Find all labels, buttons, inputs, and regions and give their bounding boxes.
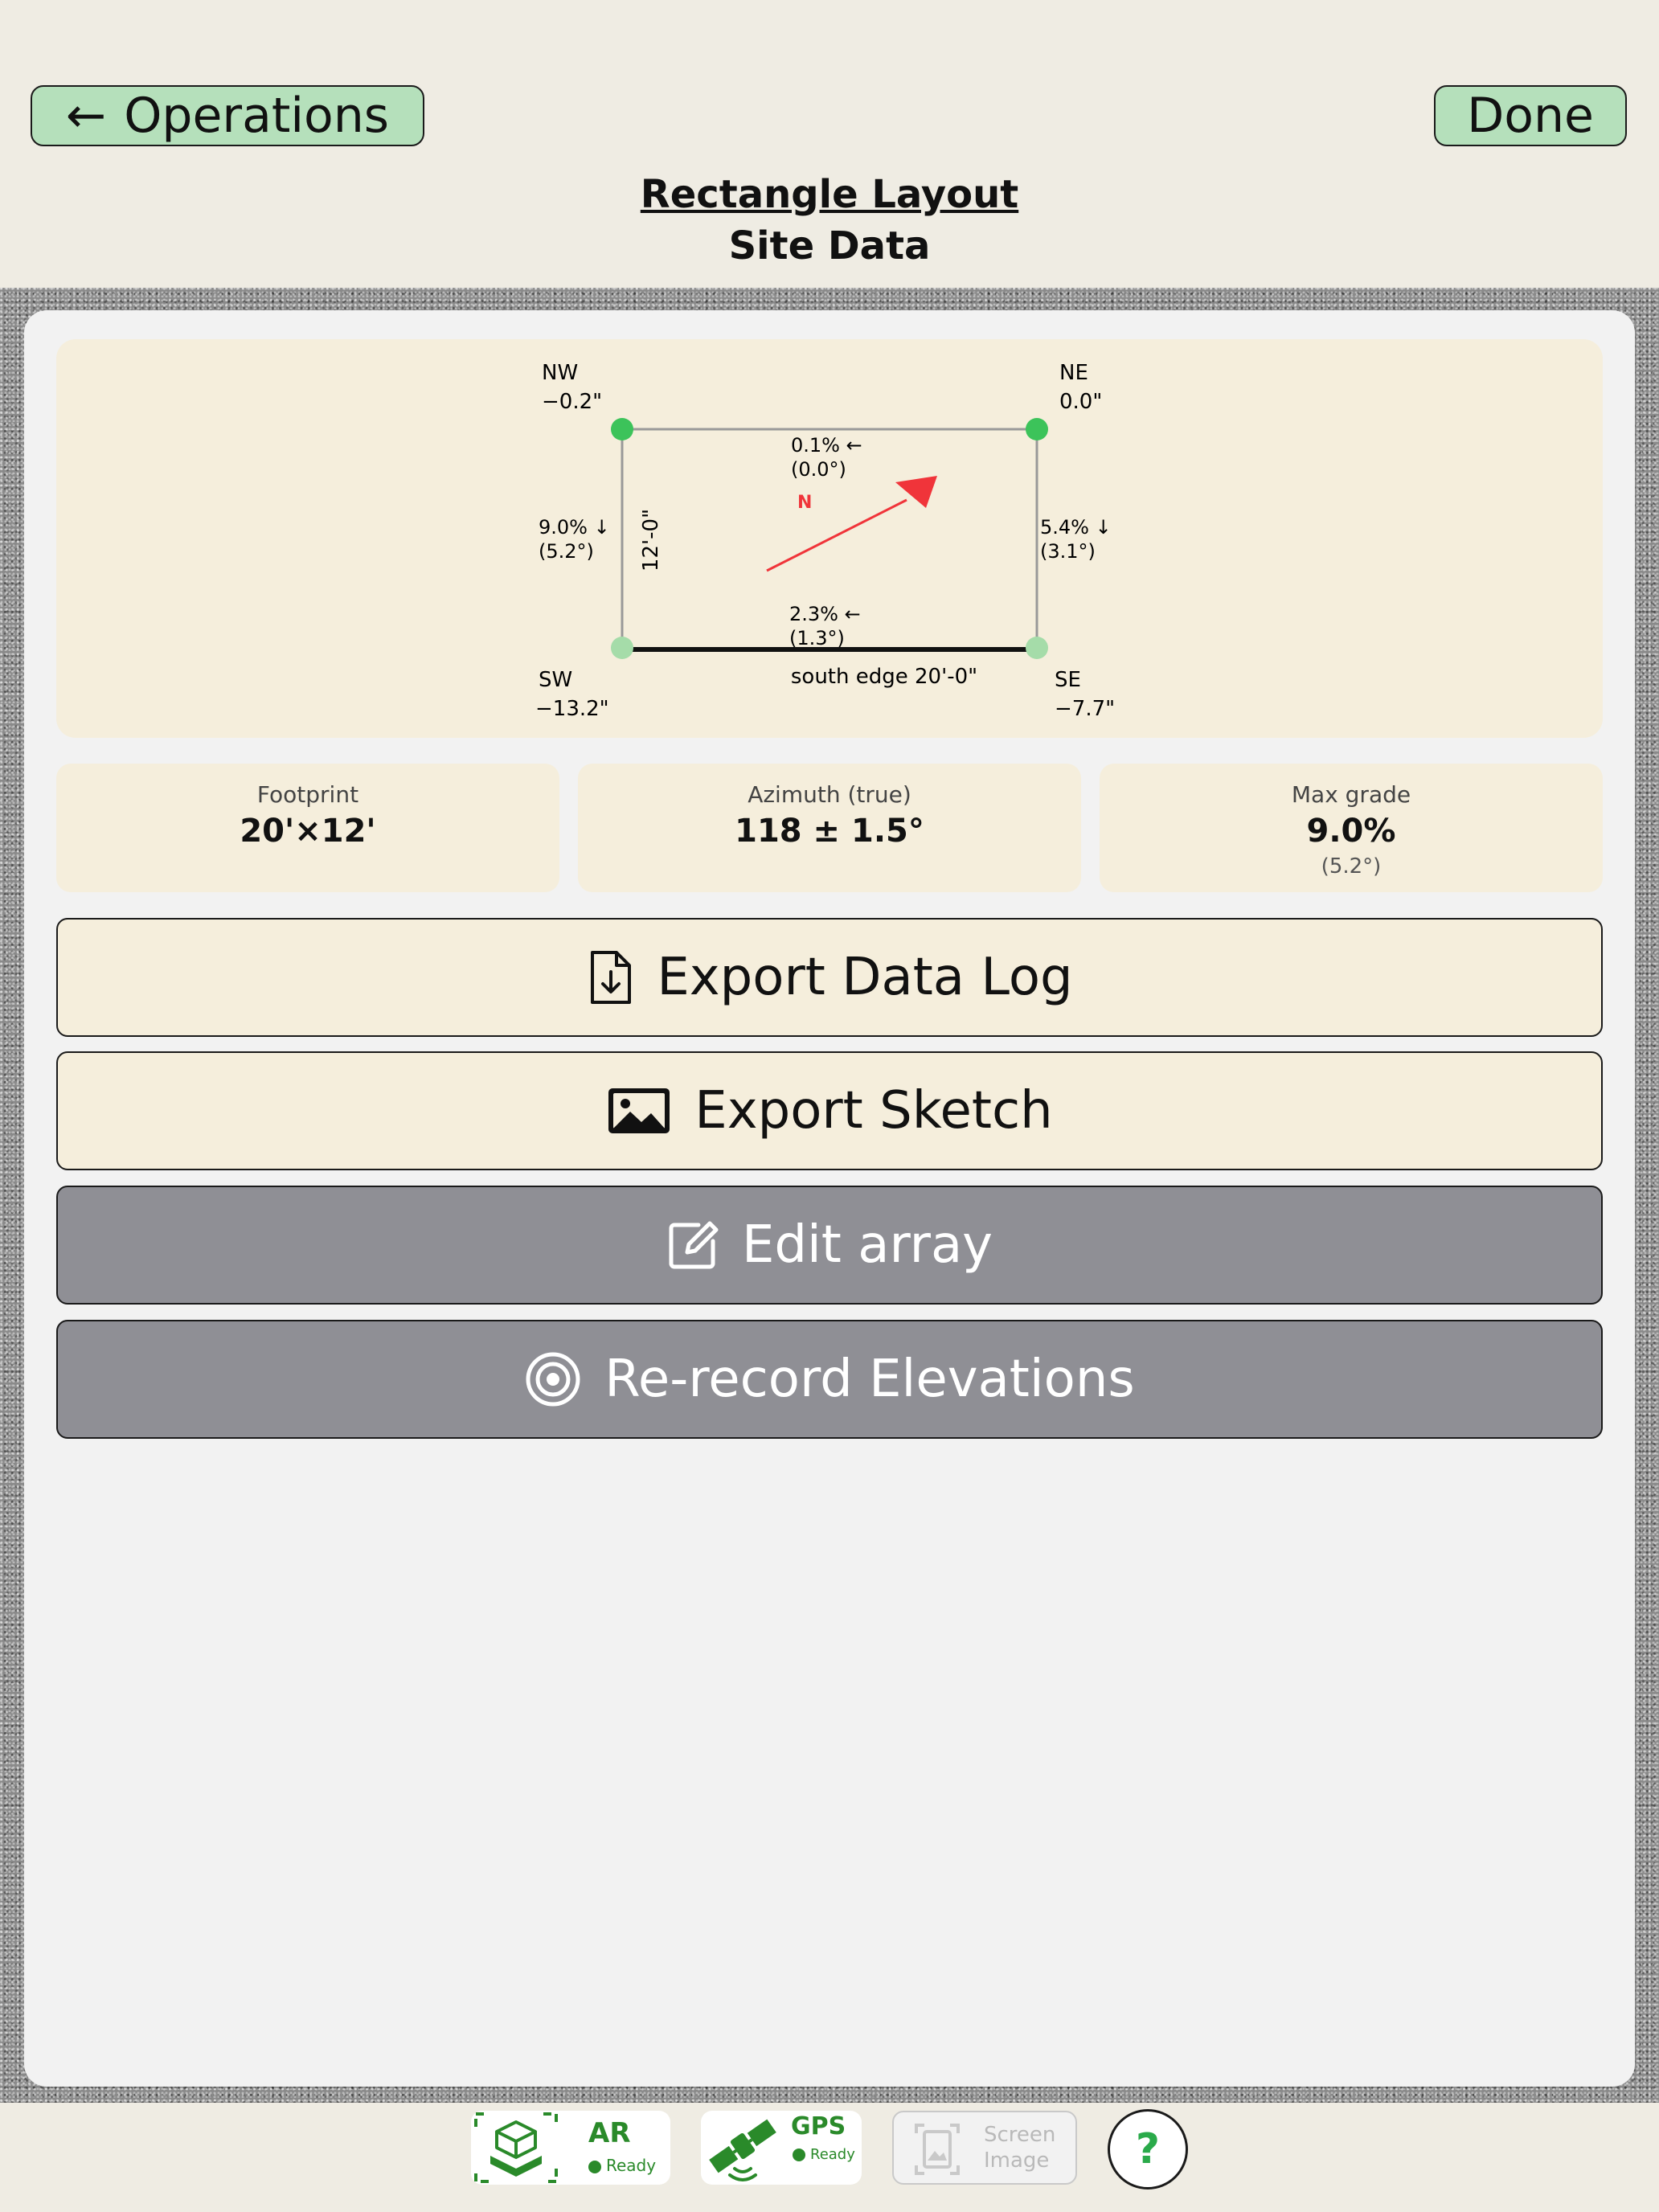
export-data-log-button[interactable]: Export Data Log [56, 918, 1603, 1037]
site-sketch: NW −0.2" NE 0.0" SW −13.2" SE −7.7" 0.1%… [56, 339, 1603, 738]
north-edge-angle: (0.0°) [791, 458, 846, 481]
arrow-left-icon: ← [65, 88, 107, 144]
stat-azimuth-label: Azimuth (true) [748, 781, 911, 808]
back-button-label: Operations [124, 88, 390, 144]
corner-se-name: SE [1055, 668, 1081, 692]
export-sketch-button[interactable]: Export Sketch [56, 1051, 1603, 1170]
stat-azimuth-value: 118 ± 1.5° [735, 813, 924, 850]
page-subtitle: Site Data [728, 223, 931, 268]
export-sketch-label: Export Sketch [694, 1081, 1053, 1141]
south-edge-angle: (1.3°) [789, 627, 845, 649]
azimuth-arrow-icon [766, 476, 937, 572]
ar-status-button[interactable]: AR Ready [471, 2111, 670, 2185]
edit-array-label: Edit array [741, 1215, 993, 1275]
stat-footprint-label: Footprint [256, 781, 359, 808]
corner-nw-name: NW [542, 361, 578, 385]
stat-footprint-value: 20'×12' [240, 813, 376, 850]
gps-status-dot [793, 2149, 805, 2161]
screen-image-line1: Screen [984, 2123, 1056, 2147]
stat-max-grade-label: Max grade [1291, 781, 1411, 808]
ar-status-text: Ready [606, 2156, 657, 2175]
south-edge-length: south edge 20'-0" [791, 665, 977, 689]
export-data-log-label: Export Data Log [657, 948, 1073, 1007]
screen-capture-icon [913, 2122, 961, 2180]
stat-max-grade-value: 9.0% [1306, 813, 1396, 850]
east-edge-angle: (3.1°) [1040, 540, 1096, 563]
corner-se-dot[interactable] [1026, 637, 1048, 659]
south-edge-grade: 2.3% ← [789, 603, 861, 625]
sketch-diagram: NW −0.2" NE 0.0" SW −13.2" SE −7.7" 0.1%… [535, 361, 1115, 721]
stat-max-grade: Max grade 9.0% (5.2°) [1100, 764, 1603, 892]
west-edge-grade: 9.0% ↓ [539, 516, 610, 539]
header: ← Operations Done Rectangle Layout Site … [0, 0, 1659, 288]
image-icon [606, 1086, 672, 1136]
west-edge-angle: (5.2°) [539, 540, 594, 563]
corner-nw-dot[interactable] [611, 418, 633, 440]
corner-ne-dot[interactable] [1026, 418, 1048, 440]
east-edge-grade: 5.4% ↓ [1040, 516, 1112, 539]
satellite-icon [703, 2111, 783, 2188]
gps-label: GPS [791, 2112, 846, 2140]
west-edge-length: 12'-0" [639, 509, 663, 571]
stat-footprint: Footprint 20'×12' [56, 764, 559, 892]
screen-image-line2: Image [984, 2149, 1050, 2173]
north-label: N [797, 493, 812, 513]
rerecord-elevations-button[interactable]: Re-record Elevations [56, 1320, 1603, 1439]
ar-ready-status: Ready [588, 2156, 656, 2175]
corner-ne-name: NE [1059, 361, 1088, 385]
done-button[interactable]: Done [1434, 85, 1627, 146]
edit-array-button[interactable]: Edit array [56, 1186, 1603, 1305]
north-edge-grade: 0.1% ← [791, 434, 862, 457]
help-button[interactable]: ? [1108, 2109, 1188, 2189]
page-title[interactable]: Rectangle Layout [0, 172, 1659, 217]
screen-image-button[interactable]: Screen Image [892, 2111, 1077, 2185]
corner-sw-dot[interactable] [611, 637, 633, 659]
gps-status-button[interactable]: GPS Ready [701, 2111, 862, 2185]
target-icon [524, 1350, 582, 1408]
ar-cube-icon [473, 2111, 559, 2188]
stat-max-grade-angle: (5.2°) [1321, 854, 1382, 879]
gps-status-text: Ready [810, 2146, 855, 2163]
corner-se-value: −7.7" [1055, 697, 1115, 721]
stat-azimuth: Azimuth (true) 118 ± 1.5° [578, 764, 1081, 892]
corner-sw-value: −13.2" [535, 697, 609, 721]
ar-status-dot [588, 2160, 601, 2173]
back-button[interactable]: ← Operations [31, 85, 424, 146]
corner-ne-value: 0.0" [1059, 390, 1102, 414]
corner-sw-name: SW [539, 668, 572, 692]
rerecord-elevations-label: Re-record Elevations [604, 1350, 1135, 1409]
gps-ready-status: Ready [793, 2146, 855, 2163]
file-download-icon [586, 949, 634, 1006]
edit-icon [666, 1219, 719, 1272]
ar-label: AR [588, 2117, 631, 2149]
corner-nw-value: −0.2" [542, 390, 602, 414]
